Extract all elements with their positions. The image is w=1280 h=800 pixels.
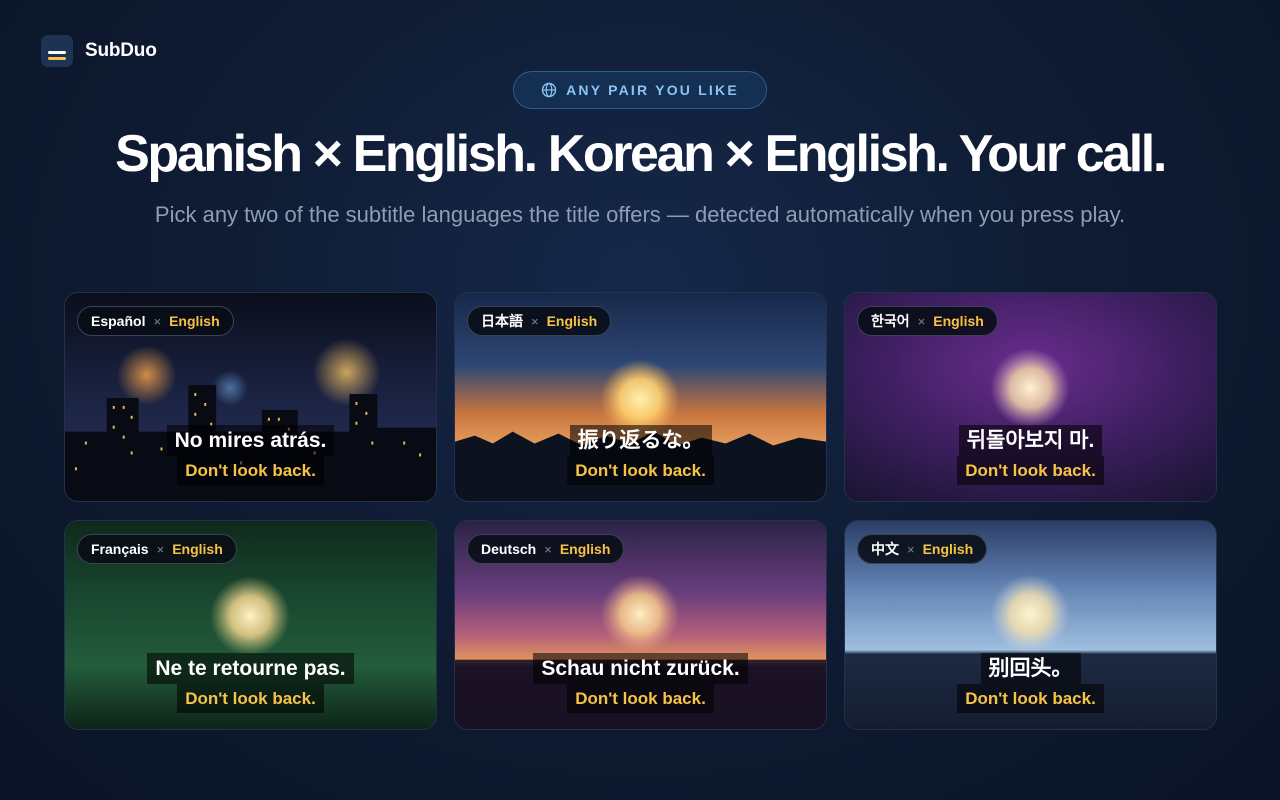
target-language: English	[933, 313, 984, 329]
target-language: English	[172, 541, 223, 557]
pill-label: ANY PAIR YOU LIKE	[566, 82, 739, 98]
source-language: Français	[91, 541, 149, 557]
language-pair-grid: Español × English No mires atrás. Don't …	[64, 292, 1217, 730]
language-card-french[interactable]: Français × English Ne te retourne pas. D…	[64, 520, 437, 730]
english-subtitle: Don't look back.	[177, 456, 324, 485]
dual-subtitle: 뒤돌아보지 마. Don't look back.	[845, 425, 1216, 485]
target-language: English	[559, 541, 611, 557]
language-card-spanish[interactable]: Español × English No mires atrás. Don't …	[64, 292, 437, 502]
language-pair-chip: 中文 × English	[857, 534, 988, 564]
native-subtitle: 别回头。	[980, 653, 1081, 684]
language-card-german[interactable]: Deutsch × English Schau nicht zurück. Do…	[454, 520, 827, 730]
english-subtitle: Don't look back.	[957, 456, 1104, 485]
native-subtitle: Ne te retourne pas.	[147, 653, 354, 684]
english-subtitle: Don't look back.	[177, 684, 324, 713]
english-subtitle: Don't look back.	[567, 456, 714, 485]
pair-separator: ×	[917, 313, 926, 329]
native-subtitle: Schau nicht zurück.	[533, 653, 748, 684]
pair-separator: ×	[153, 313, 162, 329]
native-subtitle: No mires atrás.	[166, 425, 335, 456]
target-language: English	[169, 313, 220, 329]
page-headline: Spanish × English. Korean × English. You…	[115, 125, 1167, 183]
dual-subtitle: Ne te retourne pas. Don't look back.	[65, 653, 436, 713]
language-card-chinese[interactable]: 中文 × English 别回头。 Don't look back.	[844, 520, 1217, 730]
dual-subtitle: No mires atrás. Don't look back.	[65, 425, 436, 485]
brand[interactable]: SubDuo	[41, 35, 157, 67]
pair-separator: ×	[907, 541, 915, 557]
english-subtitle: Don't look back.	[957, 684, 1104, 713]
pair-separator: ×	[544, 541, 552, 557]
feature-pill: ANY PAIR YOU LIKE	[513, 71, 767, 109]
source-language: 日本語	[481, 313, 523, 329]
native-subtitle: 振り返るな。	[569, 425, 712, 456]
language-card-japanese[interactable]: 日本語 × English 振り返るな。 Don't look back.	[454, 292, 827, 502]
language-pair-chip: Français × English	[77, 534, 237, 564]
dual-subtitle: 振り返るな。 Don't look back.	[455, 425, 826, 485]
brand-name: SubDuo	[85, 40, 157, 61]
pair-separator: ×	[156, 541, 165, 557]
page-subhead: Pick any two of the subtitle languages t…	[154, 202, 1126, 227]
language-pair-chip: 한국어 × English	[857, 306, 998, 336]
dual-subtitle: Schau nicht zurück. Don't look back.	[455, 653, 826, 713]
source-language: Deutsch	[481, 541, 537, 557]
language-pair-chip: 日本語 × English	[467, 306, 612, 336]
source-language: 中文	[871, 541, 899, 557]
language-card-korean[interactable]: 한국어 × English 뒤돌아보지 마. Don't look back.	[844, 292, 1217, 502]
english-subtitle: Don't look back.	[567, 684, 714, 713]
native-subtitle: 뒤돌아보지 마.	[958, 425, 1103, 456]
dual-subtitle: 别回头。 Don't look back.	[845, 653, 1216, 713]
source-language: Español	[91, 313, 146, 329]
target-language: English	[922, 541, 974, 557]
source-language: 한국어	[871, 313, 910, 329]
language-pair-chip: Español × English	[77, 306, 234, 336]
target-language: English	[546, 313, 598, 329]
pair-separator: ×	[531, 313, 539, 329]
language-pair-chip: Deutsch × English	[467, 534, 625, 564]
subtitle-lines-icon	[41, 35, 73, 67]
globe-icon	[541, 82, 557, 98]
